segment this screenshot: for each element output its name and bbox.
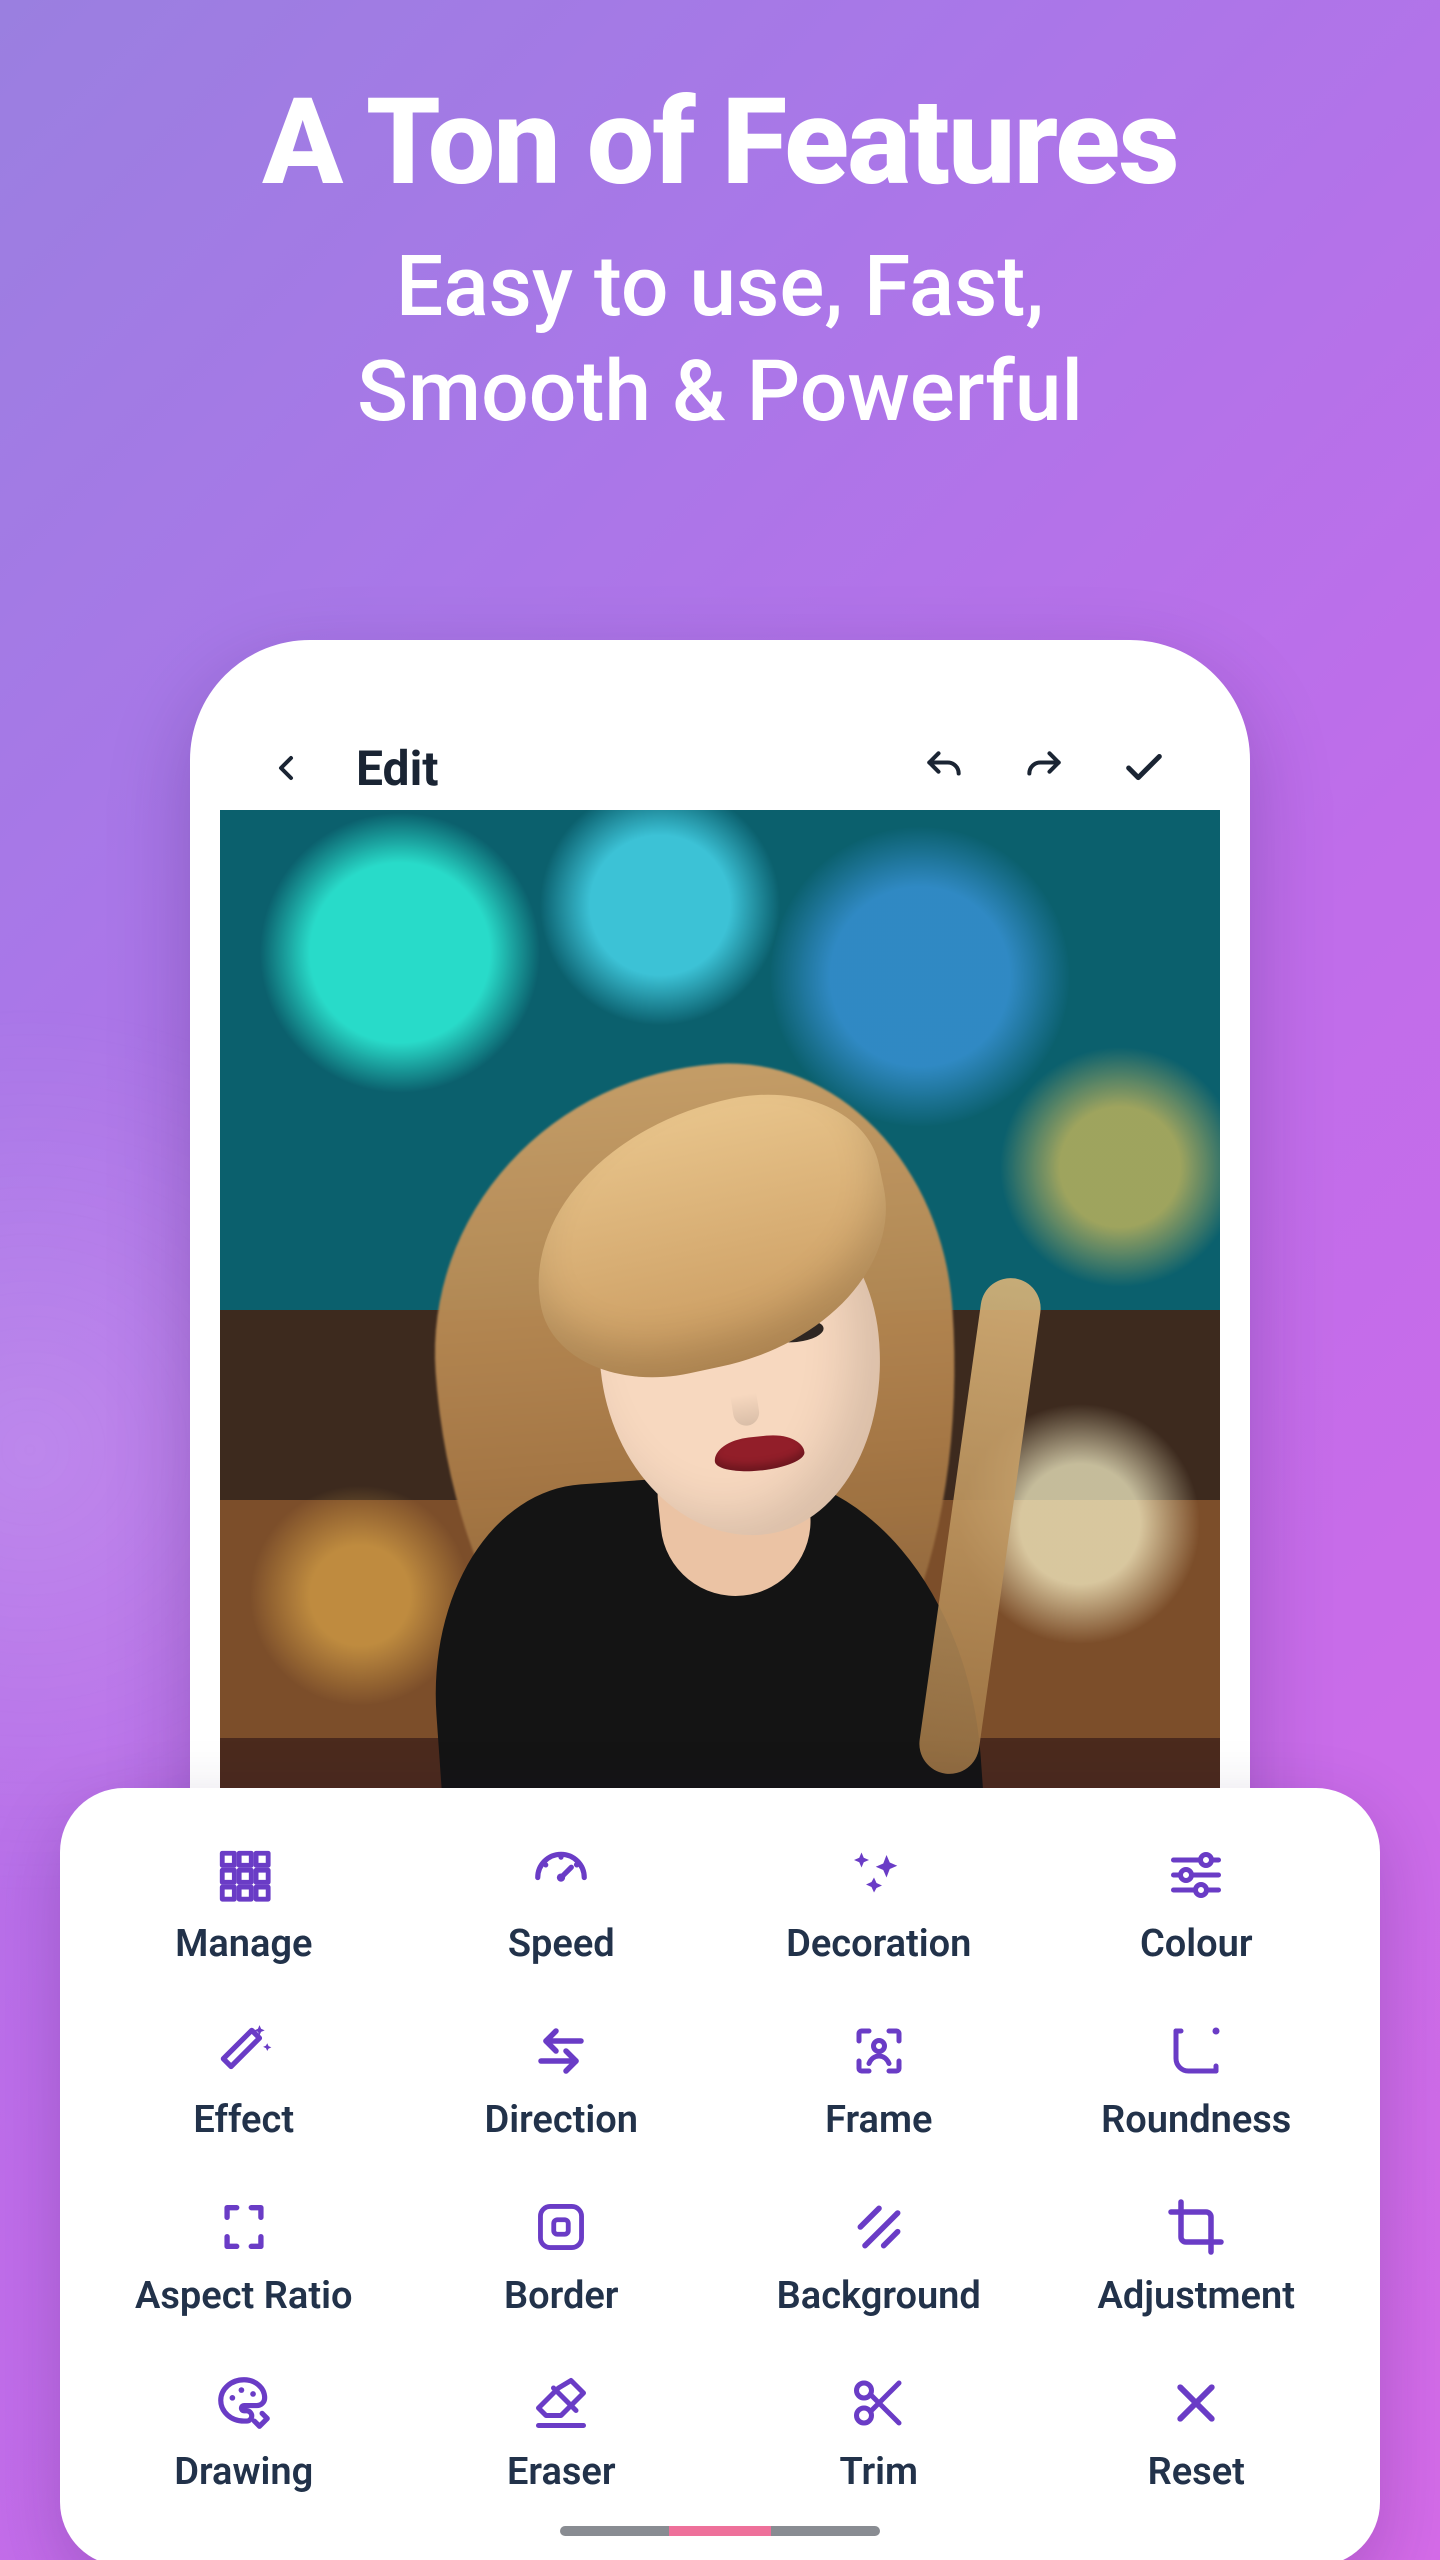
sliders-icon bbox=[1156, 1840, 1236, 1910]
hatch-icon bbox=[839, 2192, 919, 2262]
tool-label: Colour bbox=[1140, 1922, 1253, 1966]
tool-drawing[interactable]: Drawing bbox=[100, 2358, 388, 2500]
arrows-lr-icon bbox=[521, 2016, 601, 2086]
corner-radius-icon bbox=[1156, 2016, 1236, 2086]
check-icon bbox=[1121, 745, 1167, 791]
tool-label: Trim bbox=[839, 2450, 918, 2494]
undo-button[interactable] bbox=[908, 732, 980, 804]
confirm-button[interactable] bbox=[1108, 732, 1180, 804]
back-button[interactable] bbox=[250, 732, 322, 804]
tool-label: Effect bbox=[193, 2098, 294, 2142]
grid-icon bbox=[204, 1840, 284, 1910]
magic-wand-icon bbox=[204, 2016, 284, 2086]
phone-notch bbox=[510, 670, 930, 718]
tool-label: Border bbox=[504, 2274, 618, 2318]
tool-label: Reset bbox=[1148, 2450, 1245, 2494]
screen-title: Edit bbox=[356, 740, 439, 797]
tool-colour[interactable]: Colour bbox=[1053, 1830, 1341, 1972]
tool-background[interactable]: Background bbox=[735, 2182, 1023, 2324]
hero-subtitle-line-1: Easy to use, Fast, bbox=[396, 237, 1044, 336]
gauge-icon bbox=[521, 1840, 601, 1910]
redo-button[interactable] bbox=[1008, 732, 1080, 804]
tool-decoration[interactable]: Decoration bbox=[735, 1830, 1023, 1972]
palette-icon bbox=[204, 2368, 284, 2438]
hero-title: A Ton of Features bbox=[60, 80, 1380, 206]
hero-subtitle-line-2: Smooth & Powerful bbox=[357, 342, 1083, 441]
tool-manage[interactable]: Manage bbox=[100, 1830, 388, 1972]
tool-label: Roundness bbox=[1101, 2098, 1291, 2142]
tool-adjustment[interactable]: Adjustment bbox=[1053, 2182, 1341, 2324]
chevron-left-icon bbox=[266, 748, 306, 788]
tool-frame[interactable]: Frame bbox=[735, 2006, 1023, 2148]
promo-stage: A Ton of Features Easy to use, Fast, Smo… bbox=[0, 0, 1440, 2560]
home-indicator bbox=[560, 2526, 880, 2536]
tool-label: Frame bbox=[825, 2098, 932, 2142]
tools-panel: Manage Speed Decoration Colour bbox=[60, 1788, 1380, 2560]
border-square-icon bbox=[521, 2192, 601, 2262]
redo-icon bbox=[1022, 746, 1066, 790]
tool-label: Decoration bbox=[786, 1922, 971, 1966]
tool-label: Background bbox=[777, 2274, 981, 2318]
tool-label: Drawing bbox=[174, 2450, 313, 2494]
hero-subtitle: Easy to use, Fast, Smooth & Powerful bbox=[60, 234, 1380, 444]
eraser-icon bbox=[521, 2368, 601, 2438]
tool-roundness[interactable]: Roundness bbox=[1053, 2006, 1341, 2148]
tool-label: Manage bbox=[175, 1922, 312, 1966]
close-x-icon bbox=[1156, 2368, 1236, 2438]
scissors-icon bbox=[839, 2368, 919, 2438]
tool-label: Aspect Ratio bbox=[135, 2274, 352, 2318]
sparkles-icon bbox=[839, 1840, 919, 1910]
tool-label: Eraser bbox=[507, 2450, 616, 2494]
aspect-brackets-icon bbox=[204, 2192, 284, 2262]
tool-effect[interactable]: Effect bbox=[100, 2006, 388, 2148]
tool-speed[interactable]: Speed bbox=[418, 1830, 706, 1972]
tool-trim[interactable]: Trim bbox=[735, 2358, 1023, 2500]
tools-grid: Manage Speed Decoration Colour bbox=[100, 1830, 1340, 2500]
tool-label: Direction bbox=[484, 2098, 638, 2142]
tool-label: Adjustment bbox=[1098, 2274, 1295, 2318]
hero: A Ton of Features Easy to use, Fast, Smo… bbox=[0, 80, 1440, 444]
crop-icon bbox=[1156, 2192, 1236, 2262]
tool-label: Speed bbox=[508, 1922, 615, 1966]
tool-border[interactable]: Border bbox=[418, 2182, 706, 2324]
undo-icon bbox=[922, 746, 966, 790]
tool-direction[interactable]: Direction bbox=[418, 2006, 706, 2148]
tool-reset[interactable]: Reset bbox=[1053, 2358, 1341, 2500]
tool-eraser[interactable]: Eraser bbox=[418, 2358, 706, 2500]
tool-aspect-ratio[interactable]: Aspect Ratio bbox=[100, 2182, 388, 2324]
frame-person-icon bbox=[839, 2016, 919, 2086]
